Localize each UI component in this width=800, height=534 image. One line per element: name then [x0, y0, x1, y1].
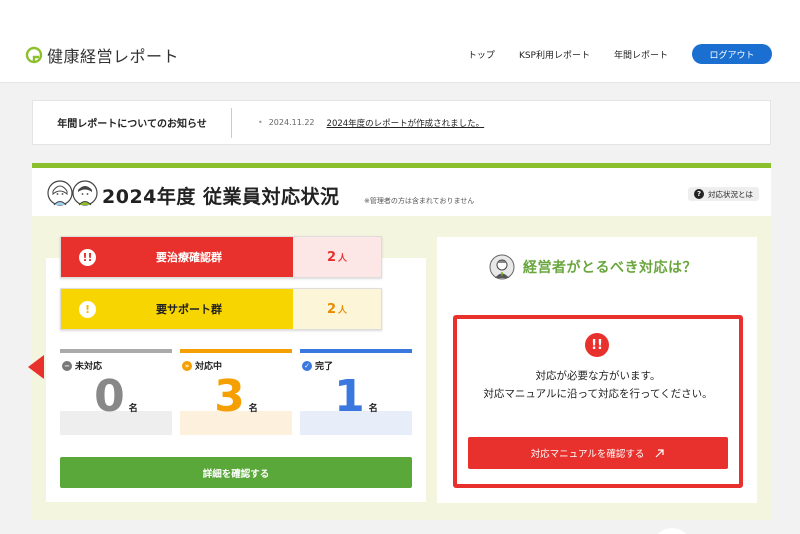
employee-avatar-icon — [47, 180, 98, 206]
question-icon: ? — [694, 189, 704, 199]
minus-icon: − — [62, 360, 72, 371]
alert-icon: !! — [79, 249, 96, 266]
stat-unit: 名 — [128, 404, 138, 414]
stat-number: 0 — [94, 371, 125, 422]
panel-title: 2024年度 従業員対応状況 — [102, 186, 340, 208]
scroll-top-button[interactable] — [652, 528, 692, 534]
external-arrow-icon — [655, 448, 664, 457]
stat-unit: 名 — [248, 404, 258, 414]
callout-pointer — [28, 355, 44, 379]
support-required-count-box: 2人 — [293, 289, 381, 329]
site-header: 健康経営レポート トップ KSP利用レポート 年間レポート ログアウト — [0, 0, 800, 83]
count-unit: 人 — [338, 305, 348, 316]
panel-title-bar: 2024年度 従業員対応状況 ※管理者の方は含まれておりません ? 対応状況とは — [32, 168, 771, 216]
manager-action-card: 経営者がとるべき対応は？ !! 対応が必要な方がいます。 対応マニュアルに沿って… — [437, 237, 757, 503]
stat-number: 3 — [214, 371, 245, 422]
stat-in-progress[interactable]: » 対応中 3名 — [180, 349, 292, 435]
treatment-required-count: 2 — [326, 249, 337, 265]
stat-bar — [60, 349, 172, 353]
support-required-label-box: ! 要サポート群 — [61, 289, 293, 329]
callout-line-1: 対応が必要な方がいます。 — [535, 370, 661, 382]
treatment-required-label-box: !! 要治療確認群 — [61, 237, 293, 277]
notice-item: • 2024.11.22 2024年度のレポートが作成されました。 — [258, 117, 484, 129]
employee-avatars — [47, 180, 99, 206]
support-required-row[interactable]: ! 要サポート群 2人 — [60, 288, 382, 330]
stat-value: 1名 — [300, 373, 412, 433]
callout-message: 対応が必要な方がいます。 対応マニュアルに沿って対応を行ってください。 — [457, 367, 739, 403]
stat-value: 0名 — [60, 373, 172, 433]
help-button[interactable]: ? 対応状況とは — [688, 187, 759, 201]
check-icon: ✓ — [302, 360, 312, 371]
stat-unit: 名 — [368, 404, 378, 414]
main-nav: トップ KSP利用レポート 年間レポート ログアウト — [468, 44, 772, 64]
help-label: 対応状況とは — [708, 189, 753, 199]
panel-note: ※管理者の方は含まれておりません — [364, 197, 475, 205]
stat-label-text: 完了 — [315, 362, 334, 372]
stat-label: ✓ 完了 — [302, 359, 333, 372]
logo[interactable]: 健康経営レポート — [25, 43, 179, 67]
stat-number: 1 — [334, 371, 365, 422]
stat-not-handled[interactable]: − 未対応 0名 — [60, 349, 172, 435]
stat-completed[interactable]: ✓ 完了 1名 — [300, 349, 412, 435]
nav-top[interactable]: トップ — [468, 48, 495, 61]
stat-bar — [180, 349, 292, 353]
bullet-icon: • — [258, 118, 263, 127]
nav-annual-report[interactable]: 年間レポート — [614, 48, 668, 61]
warning-icon: ! — [79, 301, 96, 318]
logout-button[interactable]: ログアウト — [692, 44, 772, 64]
stat-bar — [300, 349, 412, 353]
view-manual-button[interactable]: 対応マニュアルを確認する — [468, 437, 728, 469]
treatment-required-row[interactable]: !! 要治療確認群 2人 — [60, 236, 382, 278]
manager-action-title: 経営者がとるべき対応は？ — [523, 260, 697, 276]
notice-divider — [231, 107, 232, 138]
status-panel: 2024年度 従業員対応状況 ※管理者の方は含まれておりません ? 対応状況とは… — [28, 163, 771, 520]
notice-link[interactable]: 2024年度のレポートが作成されました。 — [327, 117, 485, 129]
view-details-button[interactable]: 詳細を確認する — [60, 457, 412, 488]
count-unit: 人 — [338, 253, 348, 264]
notice-date: 2024.11.22 — [268, 118, 315, 127]
fast-forward-icon: » — [182, 360, 192, 371]
treatment-required-count-box: 2人 — [293, 237, 381, 277]
manager-action-header: 経営者がとるべき対応は？ — [489, 254, 697, 280]
support-required-count: 2 — [326, 301, 337, 317]
action-callout: !! 対応が必要な方がいます。 対応マニュアルに沿って対応を行ってください。 対… — [453, 315, 743, 488]
logo-icon — [25, 46, 43, 64]
logo-text: 健康経営レポート — [47, 47, 180, 66]
alert-icon: !! — [585, 333, 609, 357]
callout-line-2: 対応マニュアルに沿って対応を行ってください。 — [483, 388, 713, 400]
notice-bar: 年間レポートについてのお知らせ • 2024.11.22 2024年度のレポート… — [32, 100, 771, 145]
stat-value: 3名 — [180, 373, 292, 433]
manual-button-label: 対応マニュアルを確認する — [530, 449, 645, 460]
nav-ksp-report[interactable]: KSP利用レポート — [519, 48, 590, 61]
manager-avatar-icon — [489, 254, 515, 280]
notice-title: 年間レポートについてのお知らせ — [57, 119, 207, 130]
